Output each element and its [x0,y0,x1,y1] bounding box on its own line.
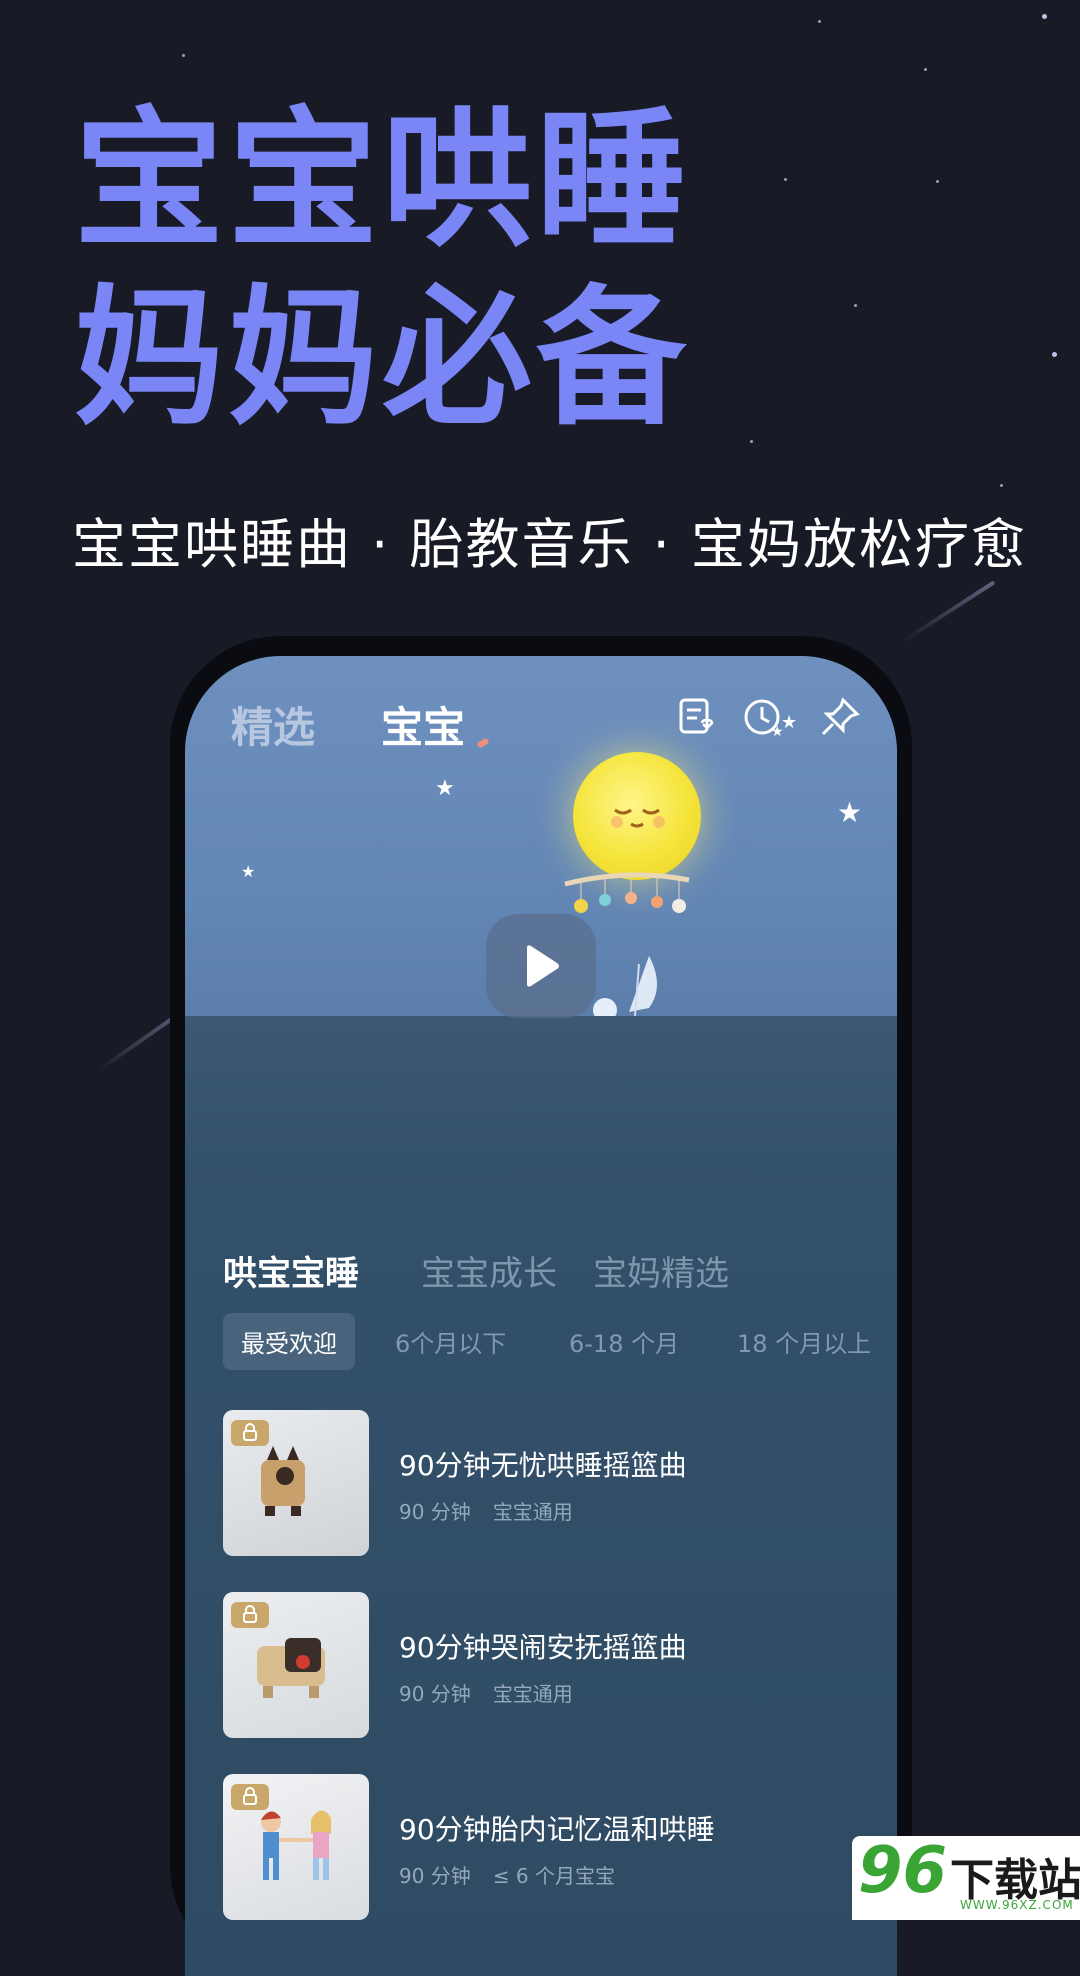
track-thumbnail [223,1774,369,1920]
play-icon [527,945,559,987]
track-item[interactable]: 90分钟无忧哄睡摇篮曲 90 分钟 宝宝通用 [223,1410,863,1556]
track-item[interactable]: 90分钟哭闹安抚摇篮曲 90 分钟 宝宝通用 [223,1592,863,1738]
lock-icon [231,1420,269,1446]
star [818,20,821,23]
track-duration: 90 分钟 [399,1500,471,1524]
tab-baby-growth[interactable]: 宝宝成长 [421,1246,557,1295]
tab-baby[interactable]: 宝宝 [381,694,465,755]
watermark-number: 96 [858,1834,948,1908]
track-title: 90分钟哭闹安抚摇篮曲 [399,1631,687,1664]
pin-icon[interactable] [817,694,863,740]
track-meta: 90 分钟 ≤ 6 个月宝宝 [399,1860,615,1889]
chip-most-popular[interactable]: 最受欢迎 [223,1313,355,1370]
track-title: 90分钟无忧哄睡摇篮曲 [399,1449,687,1482]
track-audience: ≤ 6 个月宝宝 [492,1864,616,1888]
lock-icon [231,1784,269,1810]
star [750,440,753,443]
scene-star-icon: ★ [435,776,455,801]
track-audience: 宝宝通用 [492,1500,573,1524]
play-button[interactable] [486,914,596,1018]
promo-headline: 宝宝哄睡 妈妈必备 [74,92,690,448]
playlist-heart-icon[interactable] [673,694,719,740]
chip-over-18-months[interactable]: 18 个月以上 [737,1324,871,1359]
star [936,180,939,183]
star [854,304,857,307]
scene-star-icon: ★ [241,862,256,881]
track-duration: 90 分钟 [399,1864,471,1888]
shooting-star [900,580,996,644]
headline-line-2: 妈妈必备 [74,272,691,446]
star [182,54,185,57]
star [1042,14,1047,19]
lock-icon [231,1602,269,1628]
baby-mobile [564,872,690,913]
star [924,68,927,71]
star [1000,484,1003,487]
tab-lull-baby[interactable]: 哄宝宝睡 [223,1246,359,1295]
tab-mom-picks[interactable]: 宝妈精选 [593,1246,729,1295]
site-watermark-logo: 96 下载站 WWW.96XZ.COM [852,1834,1080,1920]
track-duration: 90 分钟 [399,1682,471,1706]
promo-subtitle: 宝宝哄睡曲 · 胎教音乐 · 宝妈放松疗愈 [72,513,1027,576]
star [784,178,787,181]
chip-6-18-months[interactable]: 6-18 个月 [569,1324,679,1359]
track-thumbnail [223,1592,369,1738]
tab-featured[interactable]: 精选 [231,694,315,755]
track-thumbnail [223,1410,369,1556]
timer-clock-icon[interactable]: ★ [741,694,787,740]
svg-text:★: ★ [771,724,784,740]
watermark-url: WWW.96XZ.COM [960,1898,1074,1912]
track-meta: 90 分钟 宝宝通用 [399,1496,573,1525]
phone-mockup: ★ ★ ★ ★ 精选 宝宝 ★ 哄宝宝睡 宝宝成长 宝妈精选 最受欢迎 6个月以… [170,636,912,1976]
scene-star-icon: ★ [837,796,863,829]
headline-line-1: 宝宝哄睡 [74,94,691,268]
chip-under-6-months[interactable]: 6个月以下 [395,1324,506,1359]
track-item[interactable]: 90分钟胎内记忆温和哄睡 90 分钟 ≤ 6 个月宝宝 [223,1774,863,1920]
track-meta: 90 分钟 宝宝通用 [399,1678,573,1707]
track-audience: 宝宝通用 [492,1682,573,1706]
star [1052,352,1057,357]
track-title: 90分钟胎内记忆温和哄睡 [399,1813,715,1846]
app-screen: ★ ★ ★ ★ 精选 宝宝 ★ 哄宝宝睡 宝宝成长 宝妈精选 最受欢迎 6个月以… [185,656,897,1976]
